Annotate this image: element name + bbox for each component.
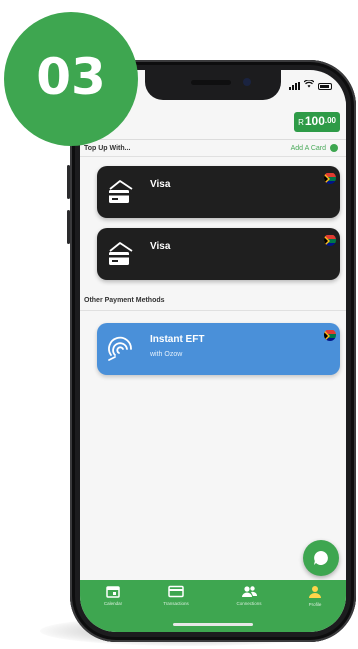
step-number: 03 xyxy=(36,48,106,106)
nav-item-calendar[interactable]: Calendar xyxy=(85,585,141,606)
person-icon xyxy=(309,586,321,598)
nav-label: Calendar xyxy=(103,601,123,606)
card-icon xyxy=(168,585,184,598)
speaker xyxy=(191,80,231,85)
people-icon xyxy=(242,586,258,597)
add-card-label: Add A Card xyxy=(290,144,326,152)
front-camera xyxy=(243,78,251,86)
nav-label: Profile xyxy=(308,602,322,607)
balance-cents: .00 xyxy=(324,116,336,125)
nav-label: Connections xyxy=(236,601,262,606)
chat-button[interactable] xyxy=(303,540,339,576)
balance-amount: 100 xyxy=(304,114,325,128)
status-bar xyxy=(289,79,332,90)
nav-item-connections[interactable]: Connections xyxy=(221,585,277,606)
add-card-icon xyxy=(330,144,338,152)
card-label: Visa xyxy=(150,241,171,252)
phone-side-button xyxy=(67,210,70,244)
card-stack-icon xyxy=(109,180,133,203)
stage: R100.00 Top Up With... Add A Card Visa V… xyxy=(0,0,358,649)
eft-title: Instant EFT xyxy=(150,334,205,345)
phone-screen: R100.00 Top Up With... Add A Card Visa V… xyxy=(80,70,346,632)
divider xyxy=(80,156,346,157)
notch xyxy=(145,70,281,100)
other-methods-label: Other Payment Methods xyxy=(84,297,165,304)
bottom-nav: Calendar Transactions Connections Profil… xyxy=(80,580,346,632)
south-africa-flag-icon xyxy=(324,234,336,246)
balance-currency: R xyxy=(298,118,304,127)
chat-bubble-icon xyxy=(314,551,328,565)
ozow-fingerprint-icon xyxy=(108,336,132,361)
nav-label: Transactions xyxy=(163,601,189,606)
top-up-label: Top Up With... xyxy=(84,145,131,152)
card-label: Visa xyxy=(150,179,171,190)
south-africa-flag-icon xyxy=(324,329,336,341)
payment-card[interactable]: Visa xyxy=(97,228,340,280)
instant-eft-option[interactable]: Instant EFT with Ozow xyxy=(97,323,340,375)
wifi-icon xyxy=(303,79,315,90)
wallet-balance[interactable]: R100.00 xyxy=(294,112,340,132)
step-badge: 03 xyxy=(4,12,138,146)
phone-side-button xyxy=(67,165,70,199)
battery-icon xyxy=(318,83,332,90)
calendar-icon xyxy=(106,586,120,598)
add-card-button[interactable]: Add A Card xyxy=(291,144,338,152)
south-africa-flag-icon xyxy=(324,172,336,184)
eft-subtitle: with Ozow xyxy=(150,351,183,358)
nav-item-profile[interactable]: Profile xyxy=(287,585,343,607)
home-indicator xyxy=(173,623,253,626)
payment-card[interactable]: Visa xyxy=(97,166,340,218)
card-stack-icon xyxy=(109,242,133,265)
signal-icon xyxy=(289,82,300,90)
nav-item-transactions[interactable]: Transactions xyxy=(148,585,204,606)
divider xyxy=(80,310,346,311)
